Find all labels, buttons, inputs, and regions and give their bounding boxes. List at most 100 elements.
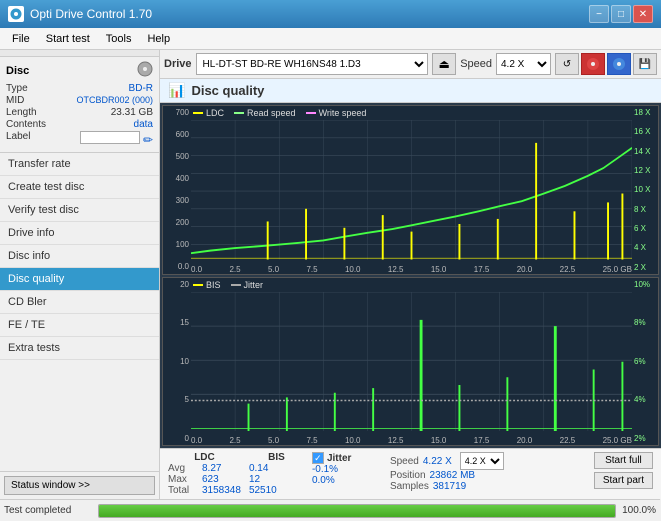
sidebar-item-drive-info[interactable]: Drive info xyxy=(0,222,159,245)
menu-file[interactable]: File xyxy=(4,31,38,47)
ldc-max: 623 xyxy=(202,474,219,485)
chart2-y-axis-right: 10% 8% 6% 4% 2% xyxy=(632,278,658,446)
disc-label-value: ✏ xyxy=(80,131,153,147)
bis-dot xyxy=(193,284,203,286)
disc-mid-label: MID xyxy=(6,95,24,106)
bis-total: 52510 xyxy=(249,485,304,496)
progress-bar-fill xyxy=(99,505,615,517)
jitter-dot xyxy=(231,284,241,286)
disc-contents-value: data xyxy=(134,119,153,130)
jitter-max: 0.0% xyxy=(312,475,382,486)
menu-start-test[interactable]: Start test xyxy=(38,31,98,47)
status-bar: Test completed 100.0% xyxy=(0,499,660,521)
samples-stat-label: Samples xyxy=(390,481,429,492)
chart2-legend: BIS Jitter xyxy=(193,280,263,290)
chart2: BIS Jitter 20 15 10 5 0 10 xyxy=(162,277,659,447)
samples-stat-value: 381719 xyxy=(433,481,466,492)
title-bar: Opti Drive Control 1.70 − □ ✕ xyxy=(0,0,661,28)
drive-info-label: Drive info xyxy=(8,227,54,239)
total-label: Total xyxy=(168,485,200,496)
extra-tests-label: Extra tests xyxy=(8,342,60,354)
ldc-col-header: LDC xyxy=(168,452,241,463)
sidebar-item-transfer-rate[interactable]: Transfer rate xyxy=(0,153,159,176)
drive-select[interactable]: HL-DT-ST BD-RE WH16NS48 1.D3 xyxy=(196,53,429,75)
main-layout: Disc Type BD-R MID OTCBDR002 (000) Lengt… xyxy=(0,50,661,499)
jitter-avg: -0.1% xyxy=(312,464,382,475)
disc-label-label: Label xyxy=(6,131,30,147)
legend-ldc: LDC xyxy=(193,108,224,118)
jitter-checkbox[interactable] xyxy=(312,452,324,464)
chart1-x-axis: 0.0 2.5 5.0 7.5 10.0 12.5 15.0 17.5 20.0… xyxy=(191,265,632,274)
chart-title: Disc quality xyxy=(191,83,264,98)
content-area: Drive HL-DT-ST BD-RE WH16NS48 1.D3 ⏏ Spe… xyxy=(160,50,661,499)
red-disc-icon xyxy=(581,53,605,75)
close-button[interactable]: ✕ xyxy=(633,5,653,23)
disc-length-value: 23.31 GB xyxy=(111,107,153,118)
ldc-avg: 8.27 xyxy=(202,463,221,474)
position-stat-label: Position xyxy=(390,470,426,481)
disc-panel: Disc Type BD-R MID OTCBDR002 (000) Lengt… xyxy=(0,57,159,153)
disc-label-edit-icon[interactable]: ✏ xyxy=(143,133,153,147)
status-window-button[interactable]: Status window >> xyxy=(4,476,155,495)
stats-row: LDC Avg 8.27 Max 623 Total 3158348 BIS 0… xyxy=(160,448,661,499)
app-title: Opti Drive Control 1.70 xyxy=(30,7,152,21)
eject-button[interactable]: ⏏ xyxy=(432,53,456,75)
sidebar-item-create-test-disc[interactable]: Create test disc xyxy=(0,176,159,199)
chart1-y-axis: 700 600 500 400 300 200 100 0.0 xyxy=(163,106,191,274)
start-full-button[interactable]: Start full xyxy=(594,452,653,469)
chart1: LDC Read speed Write speed 700 600 50 xyxy=(162,105,659,275)
bis-col-header: BIS xyxy=(249,452,304,463)
cd-bler-label: CD Bler xyxy=(8,296,47,308)
sidebar-item-fe-te[interactable]: FE / TE xyxy=(0,314,159,337)
progress-pct: 100.0% xyxy=(620,505,656,516)
disc-contents-label: Contents xyxy=(6,119,46,130)
nav-menu: Transfer rate Create test disc Verify te… xyxy=(0,153,159,471)
chart2-y-axis: 20 15 10 5 0 xyxy=(163,278,191,446)
speed-stat-value: 4.22 X xyxy=(423,456,452,467)
menu-bar: File Start test Tools Help xyxy=(0,28,661,50)
minimize-button[interactable]: − xyxy=(589,5,609,23)
chart2-svg xyxy=(191,292,632,432)
jitter-col-header: Jitter xyxy=(327,453,351,464)
max-label: Max xyxy=(168,474,200,485)
charts-container: LDC Read speed Write speed 700 600 50 xyxy=(160,103,661,448)
sidebar: Disc Type BD-R MID OTCBDR002 (000) Lengt… xyxy=(0,50,160,499)
chart1-svg xyxy=(191,120,632,260)
menu-help[interactable]: Help xyxy=(139,31,178,47)
avg-label: Avg xyxy=(168,463,200,474)
sidebar-item-disc-info[interactable]: Disc info xyxy=(0,245,159,268)
legend-jitter: Jitter xyxy=(231,280,264,290)
bis-max: 12 xyxy=(249,474,304,485)
maximize-button[interactable]: □ xyxy=(611,5,631,23)
app-icon xyxy=(8,6,24,22)
sidebar-item-cd-bler[interactable]: CD Bler xyxy=(0,291,159,314)
drive-bar: Drive HL-DT-ST BD-RE WH16NS48 1.D3 ⏏ Spe… xyxy=(160,50,661,79)
refresh-icon[interactable]: ↺ xyxy=(555,53,579,75)
legend-write-speed: Write speed xyxy=(306,108,367,118)
speed-select[interactable]: 4.2 X xyxy=(496,53,551,75)
legend-read-speed: Read speed xyxy=(234,108,296,118)
position-stat-value: 23862 MB xyxy=(430,470,476,481)
progress-bar-container xyxy=(98,504,616,518)
sidebar-item-extra-tests[interactable]: Extra tests xyxy=(0,337,159,360)
sidebar-item-verify-test-disc[interactable]: Verify test disc xyxy=(0,199,159,222)
start-part-button[interactable]: Start part xyxy=(594,472,653,489)
disc-icon xyxy=(137,61,153,80)
disc-info-label: Disc info xyxy=(8,250,50,262)
transfer-rate-label: Transfer rate xyxy=(8,158,71,170)
blue-disc-icon xyxy=(607,53,631,75)
status-section: Status window >> xyxy=(0,471,159,499)
sidebar-item-disc-quality[interactable]: Disc quality xyxy=(0,268,159,291)
chart-header: 📊 Disc quality xyxy=(160,79,661,103)
verify-test-disc-label: Verify test disc xyxy=(8,204,79,216)
disc-type-label: Type xyxy=(6,83,28,94)
speed-stat-label: Speed xyxy=(390,456,419,467)
save-icon[interactable]: 💾 xyxy=(633,53,657,75)
disc-quality-label: Disc quality xyxy=(8,273,64,285)
create-test-disc-label: Create test disc xyxy=(8,181,84,193)
write-dot xyxy=(306,112,316,114)
speed-stat-select[interactable]: 4.2 X xyxy=(460,452,504,470)
chart2-x-axis: 0.0 2.5 5.0 7.5 10.0 12.5 15.0 17.5 20.0… xyxy=(191,436,632,445)
disc-length-label: Length xyxy=(6,107,37,118)
menu-tools[interactable]: Tools xyxy=(98,31,140,47)
